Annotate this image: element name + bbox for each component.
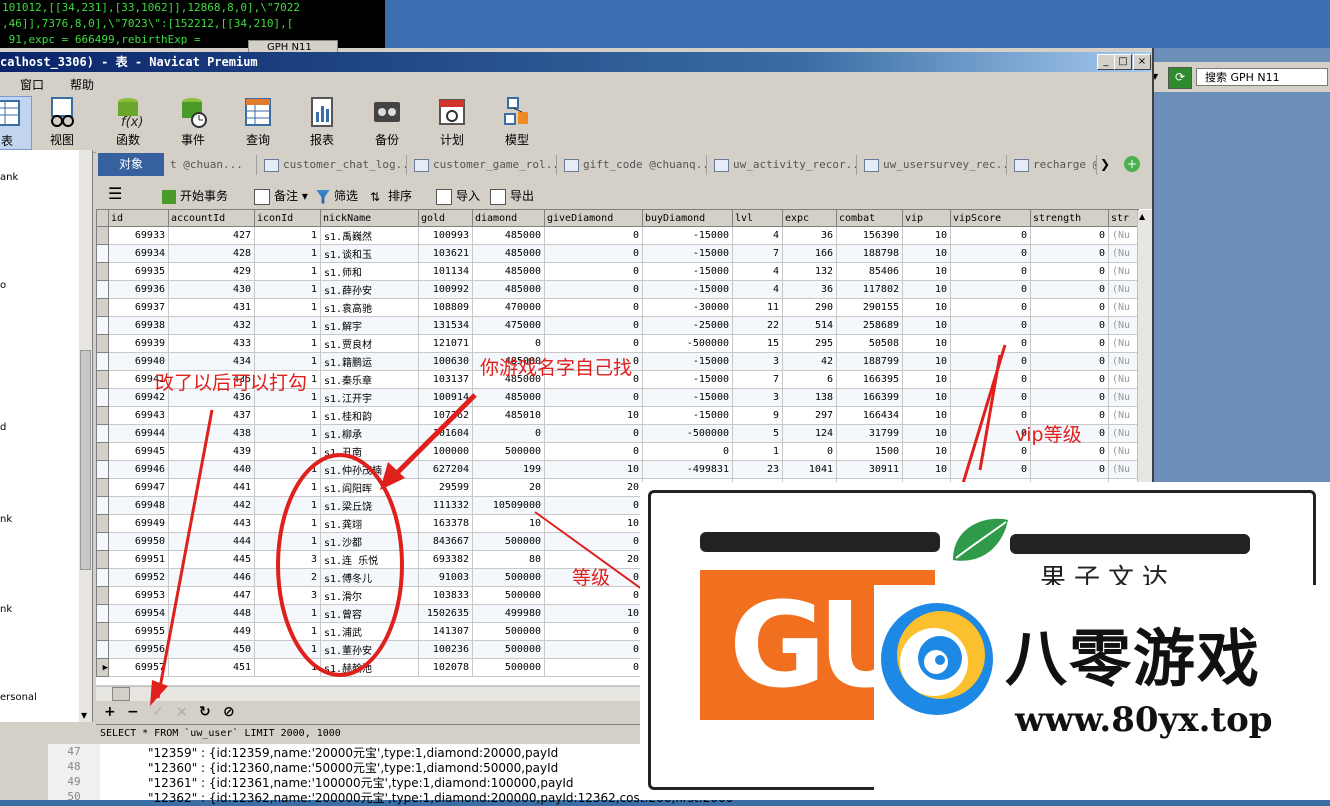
site-logo-icon bbox=[881, 603, 993, 715]
arrow-head bbox=[150, 680, 168, 706]
watermark-stroke bbox=[700, 532, 940, 552]
site-url: www.80yx.top bbox=[1015, 700, 1273, 740]
site-name: 八零游戏 bbox=[1005, 622, 1262, 695]
annotation-text: vip等级 bbox=[1015, 424, 1082, 446]
arrow-line bbox=[390, 393, 477, 480]
annotation-text: 等级 bbox=[572, 567, 611, 589]
arrow-line bbox=[156, 409, 214, 699]
annotation-text: 你游戏名字自己找 bbox=[480, 357, 633, 379]
annotation-text: 改了以后可以打勾 bbox=[155, 372, 308, 394]
watermark-stroke bbox=[1010, 534, 1250, 554]
leaf-icon bbox=[953, 518, 1008, 561]
